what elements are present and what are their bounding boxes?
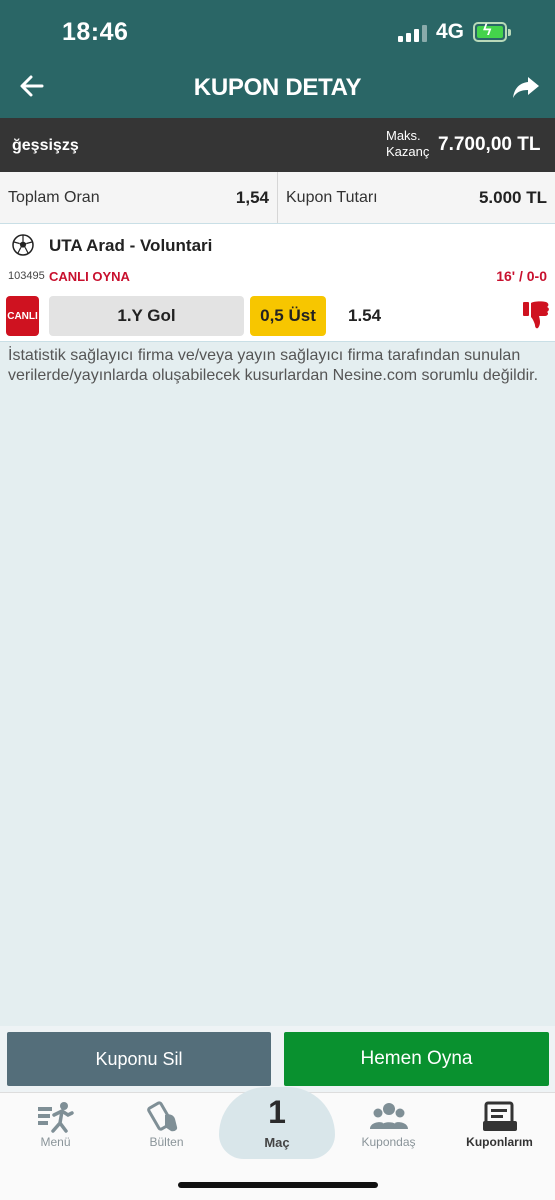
thumbs-down-icon <box>523 301 549 329</box>
soccer-ball-icon <box>12 234 34 256</box>
coupon-amount-value: 5.000 TL <box>478 187 547 207</box>
delete-coupon-button[interactable]: Kuponu Sil <box>7 1032 271 1086</box>
app-header: 18:46 4G ϟ KUPON DETAY <box>0 0 555 118</box>
play-now-button[interactable]: Hemen Oyna <box>284 1032 549 1086</box>
match-card[interactable]: UTA Arad - Voluntari 103495 CANLI OYNA 1… <box>0 224 555 342</box>
coupon-totals: Toplam Oran 1,54 Kupon Tutarı 5.000 TL <box>0 172 555 224</box>
max-win-value: 7.700,00 TL <box>438 134 541 155</box>
tab-my-coupons-label: Kuponlarım <box>466 1135 533 1149</box>
coupon-summary-bar: ğeşsişzş Maks. Kazanç 7.700,00 TL <box>0 118 555 172</box>
live-play-link[interactable]: CANLI OYNA <box>49 269 130 284</box>
tab-menu-label: Menü <box>40 1135 71 1149</box>
total-odds: Toplam Oran 1,54 <box>0 172 278 223</box>
tab-kupondas[interactable]: Kupondaş <box>333 1099 444 1153</box>
match-name[interactable]: UTA Arad - Voluntari <box>49 236 212 256</box>
live-badge: CANLI <box>6 296 39 336</box>
tab-menu[interactable]: Menü <box>0 1099 111 1153</box>
coupon-amount: Kupon Tutarı 5.000 TL <box>278 172 555 223</box>
pick-odd: 1.54 <box>348 306 382 325</box>
coupon-amount-label: Kupon Tutarı <box>286 188 378 206</box>
tab-my-coupons[interactable]: Kuponlarım <box>444 1099 555 1153</box>
action-bar: Kuponu Sil Hemen Oyna <box>0 1026 555 1092</box>
signal-icon <box>398 24 427 42</box>
market-label: 1.Y Gol <box>49 296 244 336</box>
home-indicator <box>178 1182 378 1188</box>
menu-runner-icon <box>37 1102 74 1133</box>
disclaimer-text: İstatistik sağlayıcı firma ve/veya yayın… <box>8 347 539 384</box>
total-odds-label: Toplam Oran <box>8 188 100 206</box>
max-win-label: Maks. Kazanç <box>386 128 430 159</box>
tab-bulletin[interactable]: Bülten <box>111 1099 222 1153</box>
battery-icon: ϟ <box>473 22 511 42</box>
match-count-badge[interactable]: 1 <box>219 1094 335 1131</box>
tab-bulletin-label: Bülten <box>149 1135 184 1149</box>
tab-match-label[interactable]: Maç <box>219 1135 335 1150</box>
tab-kupondas-label: Kupondaş <box>361 1135 416 1149</box>
coupon-owner: ğeşsişzş <box>12 137 79 154</box>
status-time: 18:46 <box>62 18 129 46</box>
match-code: 103495 <box>8 270 45 282</box>
network-type: 4G <box>436 20 465 43</box>
coupons-icon <box>482 1101 517 1131</box>
people-icon <box>369 1103 408 1129</box>
bulletin-icon <box>146 1101 177 1132</box>
share-icon[interactable] <box>511 74 541 102</box>
total-odds-value: 1,54 <box>235 187 269 207</box>
match-score: 16' / 0-0 <box>496 268 547 284</box>
selected-pick: 0,5 Üst <box>250 296 326 336</box>
page-title: KUPON DETAY <box>193 74 362 101</box>
